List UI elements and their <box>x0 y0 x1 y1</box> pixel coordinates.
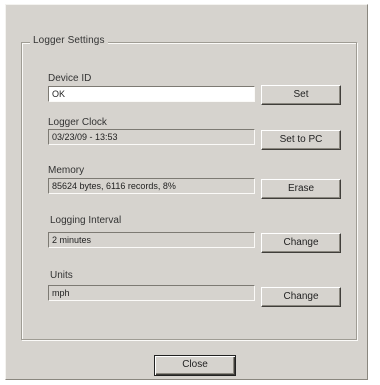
groupbox-title: Logger Settings <box>30 34 108 48</box>
units-label: Units <box>50 270 73 281</box>
logger-settings-dialog: Logger Settings Device ID OK Set Logger … <box>5 4 368 380</box>
logging-interval-label: Logging Interval <box>50 215 122 226</box>
set-to-pc-button[interactable]: Set to PC <box>261 130 341 150</box>
logger-clock-label: Logger Clock <box>48 117 107 128</box>
units-field: mph <box>48 285 255 301</box>
change-logging-interval-button[interactable]: Change <box>261 233 341 253</box>
logger-clock-field: 03/23/09 - 13:53 <box>48 129 255 145</box>
memory-label: Memory <box>48 165 85 176</box>
set-device-id-button[interactable]: Set <box>261 85 341 105</box>
close-button[interactable]: Close <box>154 355 236 376</box>
memory-field: 85624 bytes, 6116 records, 8% <box>48 178 255 194</box>
device-id-label: Device ID <box>48 73 92 84</box>
logging-interval-field: 2 minutes <box>48 232 255 248</box>
change-units-button[interactable]: Change <box>261 287 341 307</box>
erase-memory-button[interactable]: Erase <box>261 179 341 199</box>
device-id-field[interactable]: OK <box>48 86 255 102</box>
